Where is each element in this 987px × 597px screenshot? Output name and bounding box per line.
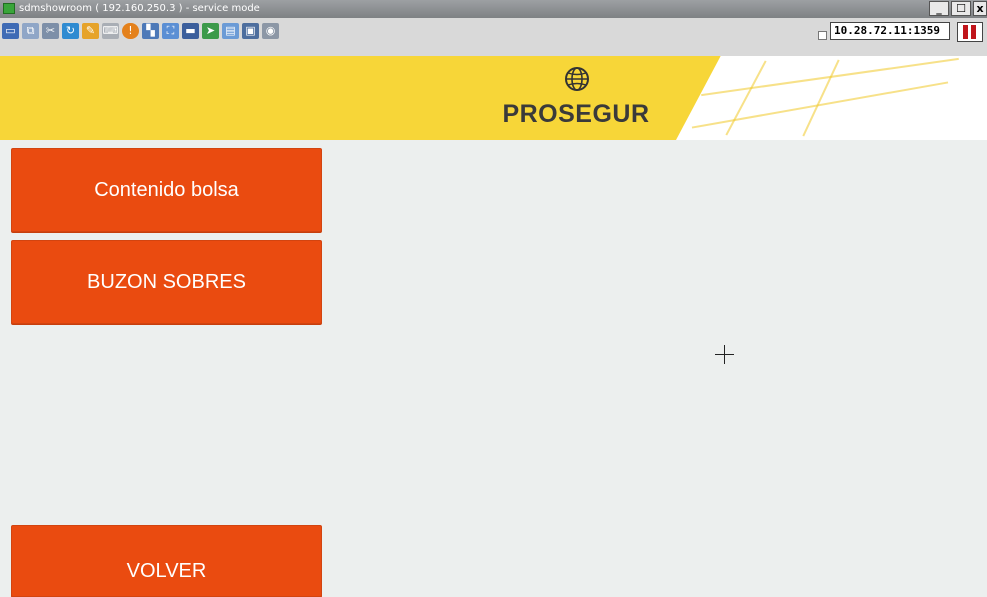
window-icon[interactable]: ▣ [242, 23, 259, 39]
file-icon[interactable]: ▤ [222, 23, 239, 39]
header-banner: PROSEGUR [0, 56, 987, 140]
fullscreen-icon[interactable]: ⛶ [162, 23, 179, 39]
app-icon [3, 3, 15, 14]
copy-icon[interactable]: ⧉ [22, 23, 39, 39]
alert-icon[interactable]: ! [122, 23, 139, 39]
host-checkbox[interactable] [818, 31, 827, 40]
connection-status-icon [957, 22, 983, 42]
toolbar-icons: ▭ ⧉ ✂ ↻ ✎ ⌨ ! ▚ ⛶ ▬ ➤ ▤ ▣ ◉ [2, 23, 279, 39]
contenido-bolsa-button[interactable]: Contenido bolsa [11, 148, 322, 232]
maximize-button[interactable]: ☐ [951, 1, 971, 16]
window-title-bar[interactable]: sdmshowroom ( 192.160.250.3 ) - service … [0, 0, 987, 18]
close-button[interactable]: x [973, 1, 987, 16]
crosshair-cursor-icon [715, 345, 734, 364]
host-address-field[interactable]: 10.28.72.11:1359 [830, 22, 950, 40]
refresh-icon[interactable]: ↻ [62, 23, 79, 39]
buzon-sobres-button[interactable]: BUZON SOBRES [11, 240, 322, 324]
camera-icon[interactable]: ◉ [262, 23, 279, 39]
arrow-icon[interactable]: ➤ [202, 23, 219, 39]
keyboard-icon[interactable]: ⌨ [102, 23, 119, 39]
prosegur-logo: PROSEGUR [486, 60, 666, 138]
minimize-button[interactable]: _ [929, 1, 949, 16]
display-icon[interactable]: ▭ [2, 23, 19, 39]
brand-name: PROSEGUR [502, 100, 650, 128]
monitor-icon[interactable]: ▬ [182, 23, 199, 39]
globe-icon [565, 67, 589, 91]
volver-button[interactable]: VOLVER [11, 525, 322, 597]
remote-toolbar: ▭ ⧉ ✂ ↻ ✎ ⌨ ! ▚ ⛶ ▬ ➤ ▤ ▣ ◉ 10.28.72.11:… [0, 18, 987, 56]
paint-icon[interactable]: ✎ [82, 23, 99, 39]
scissors-icon[interactable]: ✂ [42, 23, 59, 39]
banner-decoration [676, 56, 987, 140]
window-title: sdmshowroom ( 192.160.250.3 ) - service … [19, 3, 260, 14]
network-icon[interactable]: ▚ [142, 23, 159, 39]
